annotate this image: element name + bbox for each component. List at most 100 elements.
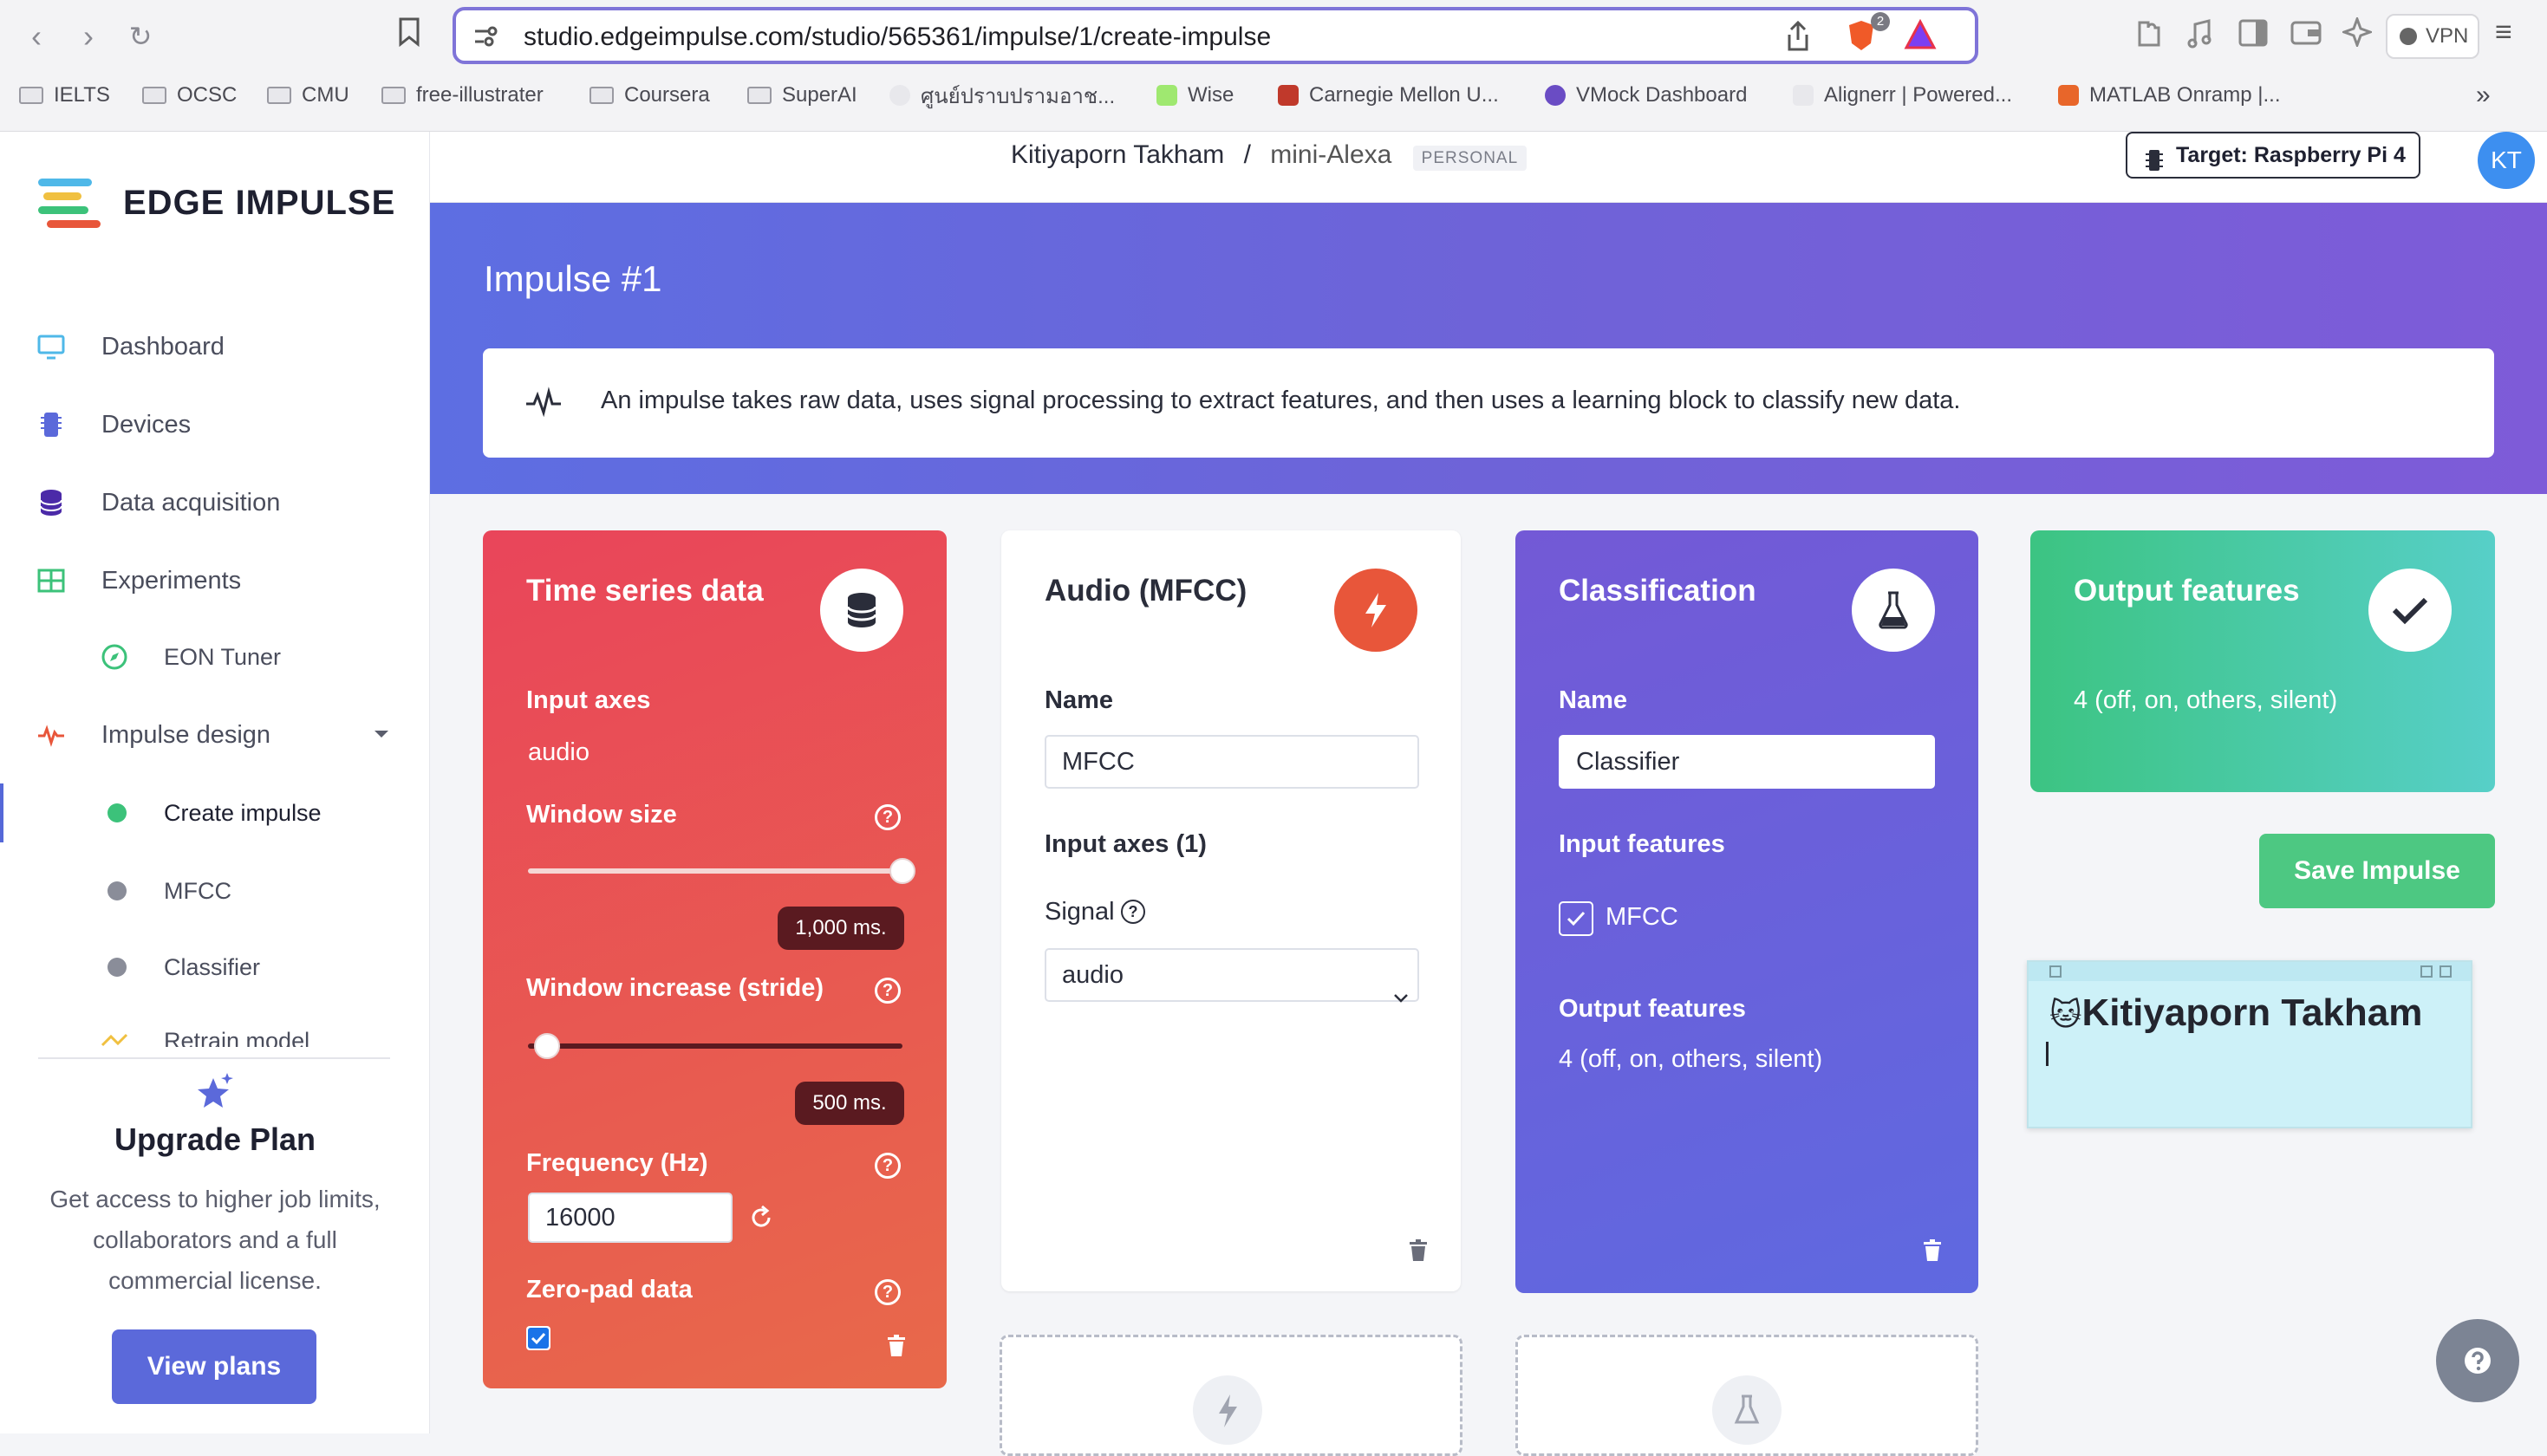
back-icon[interactable]: ‹ bbox=[16, 16, 57, 57]
save-impulse-button[interactable]: Save Impulse bbox=[2259, 834, 2495, 908]
bookmark-ocsc[interactable]: OCSC bbox=[142, 78, 237, 113]
trash-icon[interactable] bbox=[887, 1335, 906, 1357]
matlab-favicon bbox=[2058, 85, 2079, 106]
bookmark-crime-center[interactable]: ศูนย์ปราบปรามอาช... bbox=[889, 78, 1115, 113]
input-axes-label: Input axes (1) bbox=[1045, 830, 1207, 858]
frequency-label: Frequency (Hz) bbox=[526, 1149, 708, 1177]
bookmark-carnegie-mellon[interactable]: Carnegie Mellon U... bbox=[1278, 78, 1499, 113]
brave-rewards-icon[interactable] bbox=[1904, 18, 1937, 55]
sidebar-item-mfcc[interactable]: MFCC bbox=[0, 865, 430, 917]
add-processing-block[interactable] bbox=[1000, 1335, 1462, 1456]
help-icon[interactable]: ? bbox=[875, 1153, 901, 1179]
forward-icon[interactable]: › bbox=[68, 16, 109, 57]
vpn-button[interactable]: VPN bbox=[2386, 14, 2479, 59]
search-favicon bbox=[889, 85, 910, 106]
breadcrumb: Kitiyaporn Takham / mini-Alexa PERSONAL bbox=[1011, 140, 1528, 171]
reset-icon[interactable] bbox=[748, 1205, 774, 1235]
sidebar-toggle-icon[interactable] bbox=[2238, 19, 2268, 53]
sidebar-item-experiments[interactable]: Experiments bbox=[0, 555, 430, 607]
output-features-card: Output features 4 (off, on, others, sile… bbox=[2030, 530, 2495, 792]
sparkle-star-icon bbox=[192, 1069, 238, 1119]
bookmark-free-illustrater[interactable]: free-illustrater bbox=[381, 78, 544, 113]
upgrade-description: Get access to higher job limits, collabo… bbox=[49, 1186, 381, 1294]
trash-icon[interactable] bbox=[1923, 1239, 1942, 1262]
input-axes-label: Input axes bbox=[526, 686, 651, 714]
sidebar-item-eon-tuner[interactable]: EON Tuner bbox=[0, 631, 430, 683]
checkmark-icon bbox=[2368, 569, 2452, 652]
reload-icon[interactable]: ↻ bbox=[120, 16, 161, 57]
sidebar-item-classifier[interactable]: Classifier bbox=[0, 941, 430, 993]
time-series-card: Time series data Input axes audio Window… bbox=[483, 530, 947, 1388]
chip-icon bbox=[2143, 144, 2166, 187]
block-name-input[interactable]: MFCC bbox=[1045, 735, 1419, 789]
chip-icon bbox=[36, 410, 66, 439]
help-button[interactable] bbox=[2436, 1319, 2519, 1402]
sidebar: EDGE IMPULSE Dashboard Devices Data acqu… bbox=[0, 132, 430, 1433]
mfcc-block-card: Audio (MFCC) Name MFCC Input axes (1) Si… bbox=[1001, 530, 1461, 1291]
note-close-icon[interactable] bbox=[2440, 965, 2452, 978]
stride-slider-handle[interactable] bbox=[533, 1033, 560, 1059]
lightning-icon bbox=[1334, 569, 1417, 652]
sticky-note-text[interactable]: 🐱Kitiyaporn Takham bbox=[2049, 991, 2422, 1035]
share-icon[interactable] bbox=[1786, 20, 1810, 56]
trash-icon[interactable] bbox=[1409, 1239, 1428, 1262]
zero-pad-checkbox[interactable] bbox=[526, 1326, 550, 1350]
avatar[interactable]: KT bbox=[2478, 132, 2535, 189]
menu-icon[interactable]: ≡ bbox=[2495, 16, 2512, 49]
help-icon[interactable]: ? bbox=[875, 978, 901, 1004]
bookmark-icon[interactable] bbox=[397, 17, 421, 53]
card-title: Output features bbox=[2074, 574, 2300, 608]
sidebar-item-retrain[interactable]: Retrain model bbox=[0, 1014, 430, 1047]
alignerr-favicon bbox=[1793, 85, 1814, 106]
help-icon[interactable]: ? bbox=[1121, 900, 1145, 924]
help-icon[interactable]: ? bbox=[875, 804, 901, 830]
bookmark-matlab[interactable]: MATLAB Onramp |... bbox=[2058, 78, 2281, 113]
folder-icon bbox=[267, 87, 291, 104]
leo-ai-icon[interactable] bbox=[2340, 15, 2374, 53]
window-size-slider[interactable] bbox=[528, 868, 902, 874]
name-label: Name bbox=[1559, 686, 1627, 714]
wallet-icon[interactable] bbox=[2290, 19, 2322, 53]
window-size-slider-handle[interactable] bbox=[889, 858, 915, 884]
brand-name: EDGE IMPULSE bbox=[123, 184, 396, 222]
edge-impulse-logo[interactable]: EDGE IMPULSE bbox=[38, 175, 420, 236]
sidebar-item-devices[interactable]: Devices bbox=[0, 399, 430, 451]
bookmark-alignerr[interactable]: Alignerr | Powered... bbox=[1793, 78, 2012, 113]
mfcc-feature-checkbox[interactable] bbox=[1559, 901, 1593, 936]
folder-icon bbox=[19, 87, 43, 104]
bookmark-vmock[interactable]: VMock Dashboard bbox=[1545, 78, 1747, 113]
extensions-icon[interactable] bbox=[2133, 19, 2162, 55]
media-icon[interactable] bbox=[2186, 19, 2212, 55]
block-name-input[interactable]: Classifier bbox=[1559, 735, 1935, 789]
bookmark-cmu[interactable]: CMU bbox=[267, 78, 349, 113]
note-new-icon[interactable] bbox=[2049, 965, 2062, 978]
sidebar-item-dashboard[interactable]: Dashboard bbox=[0, 321, 430, 373]
help-icon[interactable]: ? bbox=[875, 1279, 901, 1305]
bookmark-coursera[interactable]: Coursera bbox=[590, 78, 710, 113]
bookmark-superai[interactable]: SuperAI bbox=[747, 78, 857, 113]
sidebar-item-data-acquisition[interactable]: Data acquisition bbox=[0, 477, 430, 529]
sticky-note-titlebar[interactable] bbox=[2029, 962, 2471, 981]
signal-select[interactable]: audio bbox=[1045, 948, 1419, 1003]
frequency-input[interactable]: 16000 bbox=[528, 1193, 733, 1243]
view-plans-button[interactable]: View plans bbox=[112, 1329, 316, 1404]
sticky-note[interactable]: 🐱Kitiyaporn Takham bbox=[2027, 960, 2472, 1128]
bookmarks-overflow-icon[interactable]: » bbox=[2476, 78, 2491, 113]
bookmark-ielts[interactable]: IELTS bbox=[19, 78, 110, 113]
note-resize-icon[interactable] bbox=[2420, 965, 2433, 978]
zero-pad-label: Zero-pad data bbox=[526, 1276, 693, 1303]
url-text: studio.edgeimpulse.com/studio/565361/imp… bbox=[524, 23, 1272, 51]
info-box: An impulse takes raw data, uses signal p… bbox=[483, 348, 2494, 458]
breadcrumb-project[interactable]: mini-Alexa bbox=[1270, 140, 1391, 169]
add-learning-block[interactable] bbox=[1515, 1335, 1978, 1456]
flask-icon bbox=[1852, 569, 1935, 652]
pulse-icon bbox=[36, 720, 66, 750]
address-bar[interactable]: studio.edgeimpulse.com/studio/565361/imp… bbox=[453, 7, 1978, 64]
stride-slider[interactable] bbox=[528, 1043, 902, 1049]
bookmark-wise[interactable]: Wise bbox=[1156, 78, 1234, 113]
sidebar-item-create-impulse[interactable]: Create impulse bbox=[0, 787, 430, 839]
site-settings-icon[interactable] bbox=[472, 23, 499, 56]
breadcrumb-user[interactable]: Kitiyaporn Takham bbox=[1011, 140, 1224, 169]
sidebar-item-impulse-design[interactable]: Impulse design bbox=[0, 709, 430, 761]
target-device-button[interactable]: Target: Raspberry Pi 4 bbox=[2126, 132, 2420, 179]
